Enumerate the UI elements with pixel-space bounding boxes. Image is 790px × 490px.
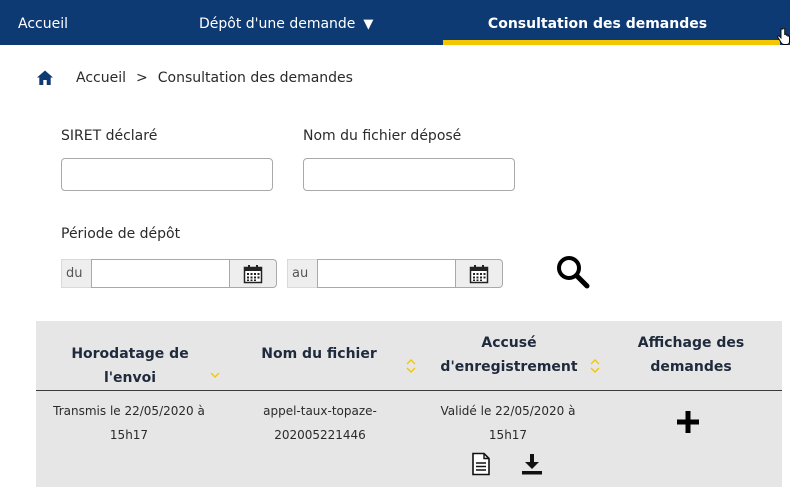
cell-filename: appel-taux-topaze- 202005221446: [240, 399, 400, 447]
breadcrumb-home-link[interactable]: Accueil: [76, 70, 126, 86]
date-from-prefix: du: [61, 259, 91, 288]
nav-item-home[interactable]: Accueil: [18, 0, 68, 45]
active-tab-underline: [443, 40, 780, 45]
sort-icon[interactable]: [590, 359, 600, 373]
cell-timestamp-line1: Transmis le 22/05/2020 à: [53, 404, 205, 418]
date-from-input[interactable]: [91, 259, 230, 288]
cell-receipt: Validé le 22/05/2020 à 15h17: [428, 399, 588, 447]
column-header-timestamp[interactable]: Horodatage de l'envoi: [50, 342, 210, 390]
cell-filename-line2: 202005221446: [274, 428, 366, 442]
siret-input[interactable]: [61, 158, 273, 191]
cell-timestamp-line2: 15h17: [109, 428, 149, 442]
column-header-receipt[interactable]: Accusé d'enregistrement: [436, 331, 582, 379]
download-icon[interactable]: [520, 452, 544, 476]
breadcrumb: Accueil > Consultation des demandes: [36, 67, 353, 89]
nav-item-consultation[interactable]: Consultation des demandes: [443, 0, 790, 45]
column-header-display: Affichage des demandes: [626, 331, 756, 379]
nav-item-depot[interactable]: Dépôt d'une demande ▼: [199, 0, 373, 45]
filename-label: Nom du fichier déposé: [303, 128, 462, 144]
date-to-calendar-button[interactable]: [456, 259, 503, 288]
cell-timestamp: Transmis le 22/05/2020 à 15h17: [44, 399, 214, 447]
sort-icon[interactable]: [406, 359, 416, 373]
column-header-display-line2: demandes: [650, 359, 732, 375]
filename-input[interactable]: [303, 158, 515, 191]
home-icon[interactable]: [36, 69, 54, 87]
calendar-icon: [243, 264, 263, 283]
period-label: Période de dépôt: [61, 226, 181, 242]
date-from-calendar-button[interactable]: [230, 259, 277, 288]
calendar-icon: [469, 264, 489, 283]
column-header-filename[interactable]: Nom du fichier: [248, 342, 390, 366]
caret-down-icon: ▼: [363, 17, 374, 32]
date-to-prefix: au: [287, 259, 317, 288]
cell-receipt-line1: Validé le 22/05/2020 à: [440, 404, 576, 418]
date-to-input[interactable]: [317, 259, 456, 288]
top-navigation-bar: Accueil Dépôt d'une demande ▼ Consultatio…: [0, 0, 790, 45]
column-header-receipt-line2: d'enregistrement: [440, 359, 578, 375]
column-header-display-line1: Affichage des: [637, 335, 745, 351]
siret-label: SIRET déclaré: [61, 128, 158, 144]
nav-item-depot-label: Dépôt d'une demande: [199, 16, 356, 32]
cell-receipt-line2: 15h17: [488, 428, 528, 442]
cursor-hand-icon: [777, 28, 790, 45]
plus-icon[interactable]: [676, 410, 700, 434]
breadcrumb-separator: >: [136, 70, 148, 86]
column-header-receipt-line1: Accusé: [481, 335, 537, 351]
cell-filename-line1: appel-taux-topaze-: [263, 404, 377, 418]
document-icon[interactable]: [471, 452, 491, 476]
breadcrumb-current: Consultation des demandes: [157, 70, 353, 86]
sort-icon[interactable]: [210, 364, 220, 378]
search-icon[interactable]: [555, 254, 591, 290]
